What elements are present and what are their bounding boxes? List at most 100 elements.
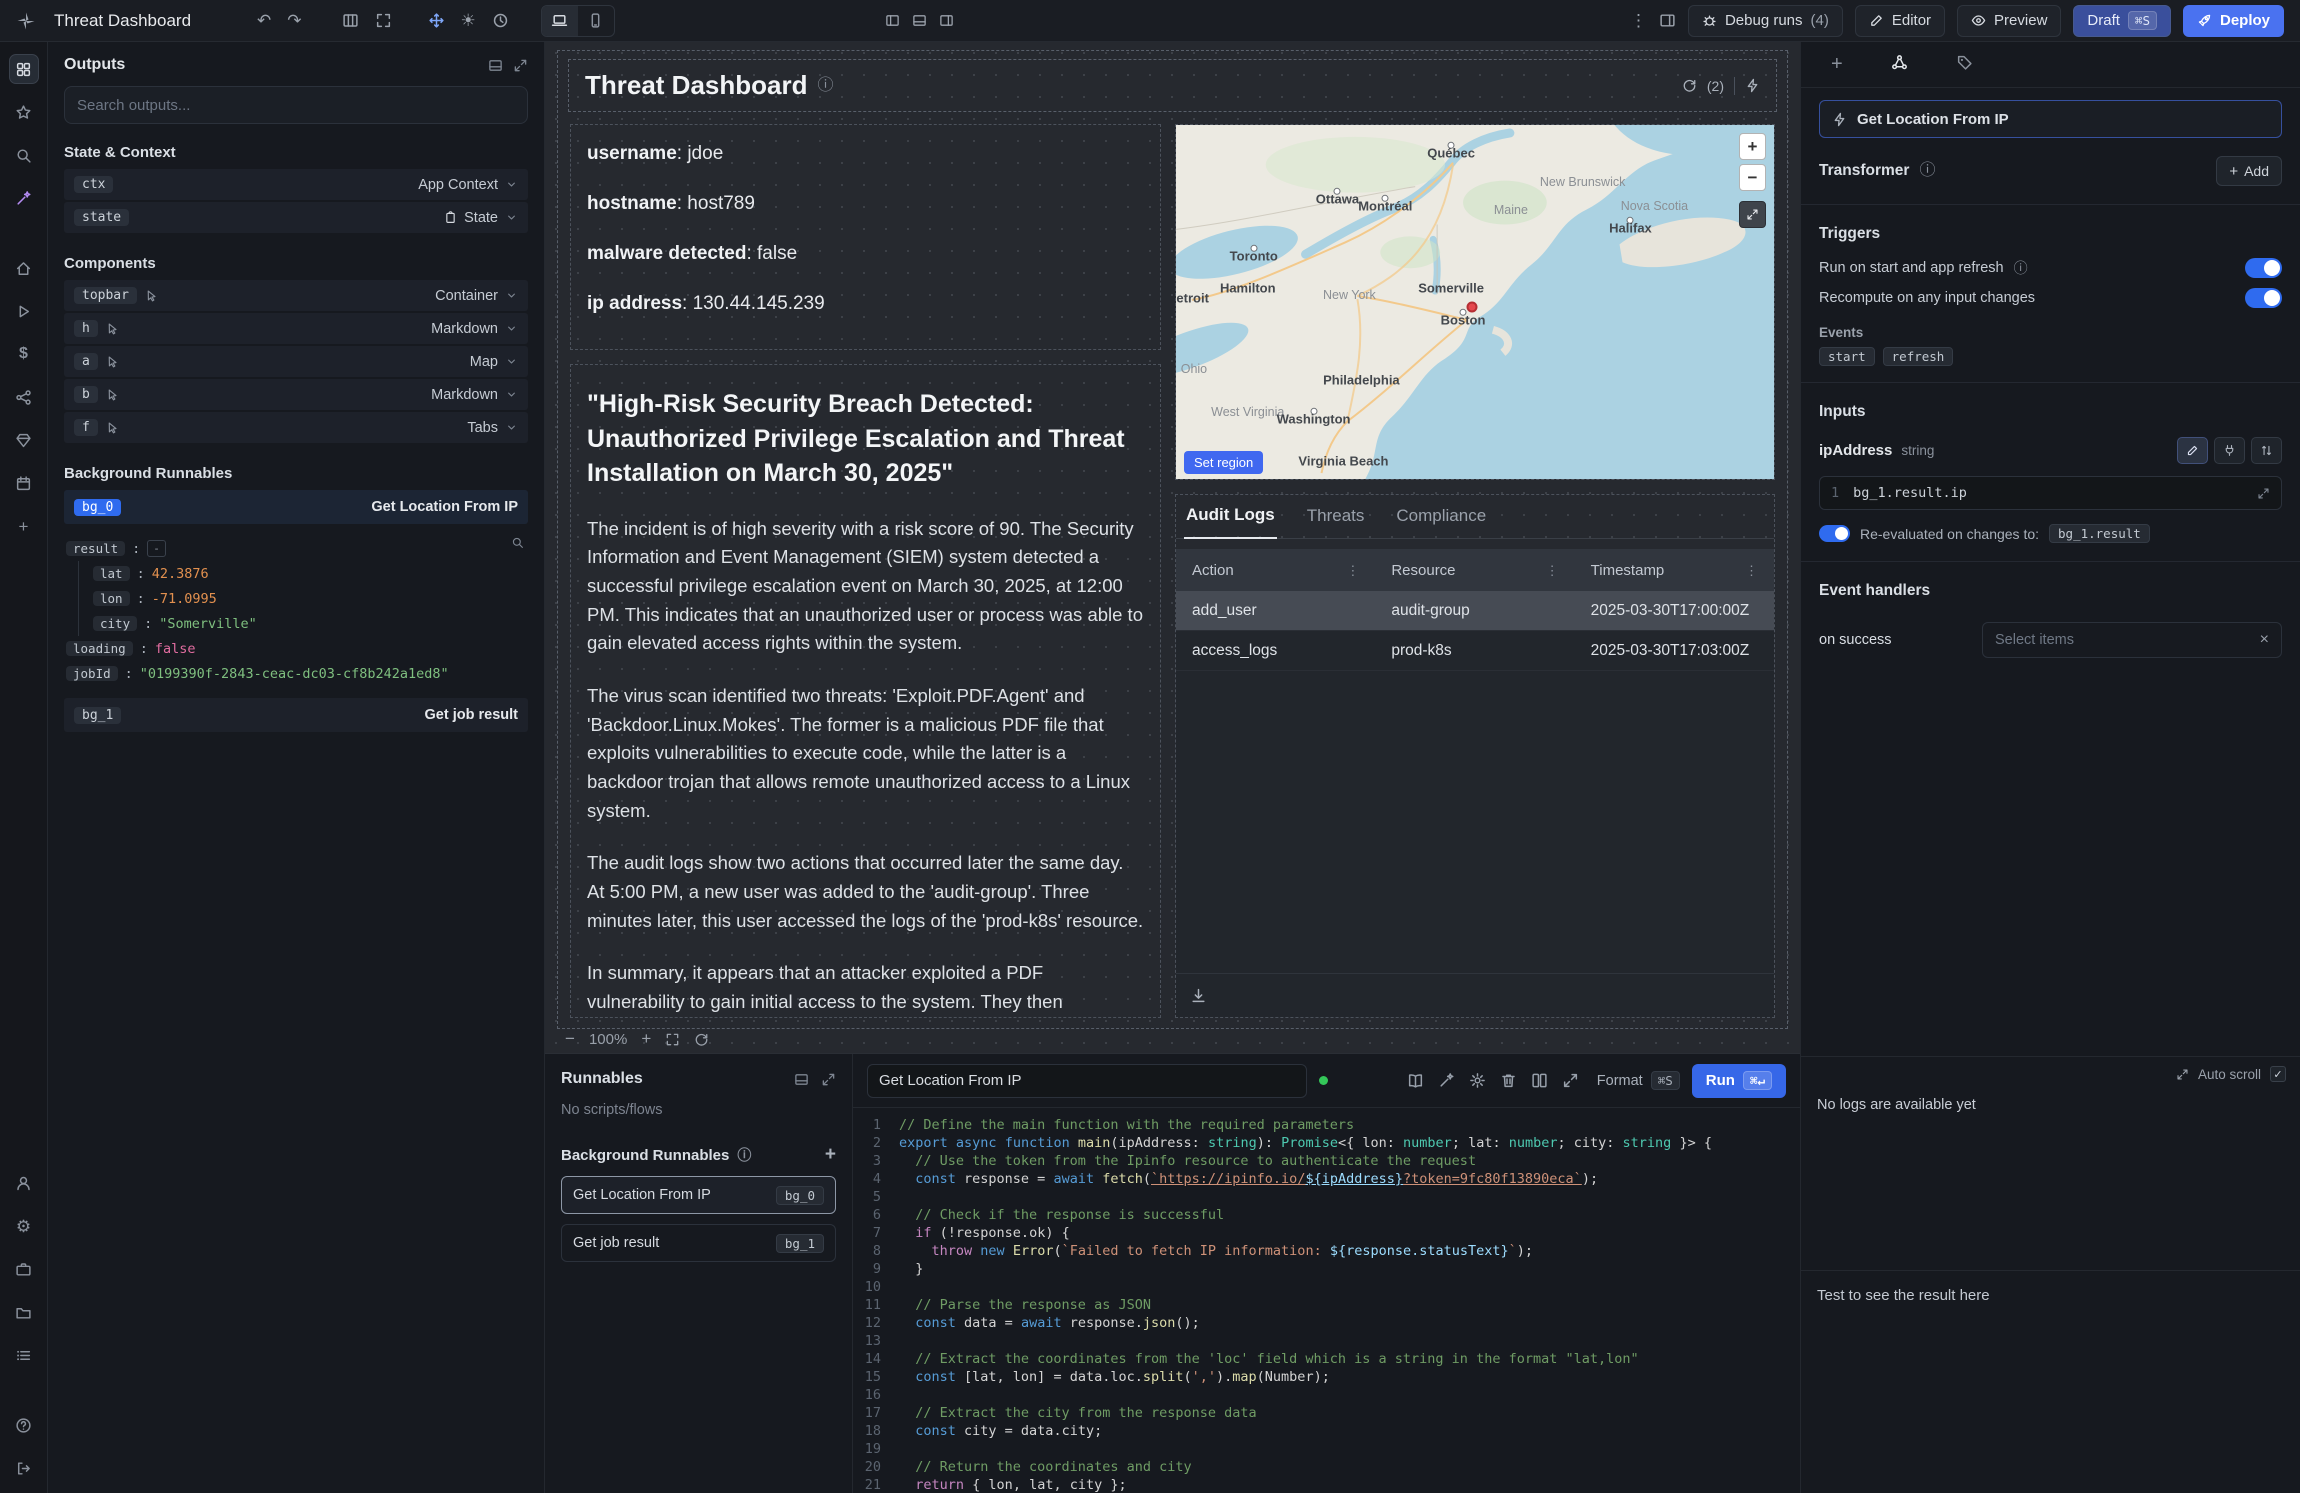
sidebar-item-add[interactable]: + — [9, 511, 39, 541]
reorder-button[interactable] — [2251, 437, 2282, 464]
code-line-1[interactable]: 1// Define the main function with the re… — [853, 1116, 1800, 1134]
reeval-badge[interactable]: bg_1.result — [2049, 524, 2150, 543]
component-b-markdown[interactable]: "High-Risk Security Breach Detected: Una… — [570, 364, 1161, 1018]
delete-trash-icon[interactable] — [1500, 1072, 1517, 1089]
code-line-15[interactable]: 15 const [lat, lon] = data.loc.split(','… — [853, 1368, 1800, 1386]
code-line-3[interactable]: 3 // Use the token from the Ipinfo resou… — [853, 1152, 1800, 1170]
fit-screen-icon[interactable] — [375, 12, 392, 29]
run-button[interactable]: Run ⌘↵ — [1692, 1064, 1786, 1098]
code-line-9[interactable]: 9 } — [853, 1260, 1800, 1278]
add-runnable-button[interactable]: + — [825, 1144, 836, 1166]
sidebar-item-home[interactable] — [9, 253, 39, 283]
tab-styling[interactable] — [1956, 54, 1973, 76]
sidebar-item-runs[interactable] — [9, 296, 39, 326]
code-line-4[interactable]: 4 const response = await fetch(`https://… — [853, 1170, 1800, 1188]
table-row-add_user[interactable]: add_useraudit-group2025-03-30T17:00:00Z — [1176, 591, 1774, 631]
tree-key[interactable]: city — [93, 616, 137, 631]
code-line-13[interactable]: 13 — [853, 1332, 1800, 1350]
editor-settings-gear-icon[interactable] — [1469, 1072, 1486, 1089]
map-zoom-in-button[interactable]: + — [1739, 133, 1766, 160]
mobile-view-button[interactable] — [578, 6, 614, 36]
code-line-12[interactable]: 12 const data = await response.json(); — [853, 1314, 1800, 1332]
output-row-f[interactable]: fTabs — [64, 412, 528, 443]
toggle-sidebar-icon[interactable] — [1659, 12, 1676, 29]
windmill-logo-icon[interactable] — [16, 11, 36, 31]
ai-wand-icon[interactable] — [1438, 1072, 1455, 1089]
expression-editor[interactable]: 1 bg_1.result.ip — [1819, 476, 2282, 510]
draft-button[interactable]: Draft ⌘S — [2073, 5, 2171, 37]
bg-runnable-row-bg_0[interactable]: bg_0 Get Location From IP — [64, 490, 528, 524]
runnable-item-bg_0[interactable]: Get Location From IPbg_0 — [561, 1176, 836, 1214]
tab-threats[interactable]: Threats — [1305, 506, 1367, 538]
code-line-19[interactable]: 19 — [853, 1440, 1800, 1458]
output-row-state[interactable]: stateState — [64, 202, 528, 233]
autoscroll-checkbox[interactable]: ✓ — [2270, 1066, 2286, 1082]
event-chip-start[interactable]: start — [1819, 347, 1875, 366]
clear-select-icon[interactable]: × — [2260, 631, 2269, 649]
sidebar-item-resources[interactable] — [9, 382, 39, 412]
move-mode-icon[interactable] — [428, 12, 445, 29]
sidebar-item-workspace[interactable] — [9, 1254, 39, 1284]
edit-expression-button[interactable] — [2177, 437, 2208, 464]
kebab-menu-icon[interactable]: ⋮ — [1630, 12, 1647, 29]
runnable-name-input[interactable] — [867, 1064, 1307, 1098]
app-canvas[interactable]: Threat Dashboard ⓘ (2) username: jdoe — [545, 42, 1800, 1053]
chevron-down-icon[interactable] — [505, 322, 518, 335]
toggle-bottom-panel-icon[interactable] — [912, 13, 927, 28]
chevron-down-icon[interactable] — [505, 355, 518, 368]
expand-editor-icon[interactable] — [1562, 1072, 1579, 1089]
sidebar-item-assets[interactable] — [9, 425, 39, 455]
tab-insert[interactable]: + — [1831, 54, 1843, 75]
redo-icon[interactable]: ↷ — [287, 12, 301, 29]
code-line-17[interactable]: 17 // Extract the city from the response… — [853, 1404, 1800, 1422]
format-button[interactable]: Format ⌘S — [1597, 1071, 1680, 1090]
code-line-8[interactable]: 8 throw new Error(`Failed to fetch IP in… — [853, 1242, 1800, 1260]
component-f-tabs[interactable]: Audit LogsThreatsCompliance Action⋮Resou… — [1175, 494, 1775, 1018]
tree-key[interactable]: lat — [93, 566, 130, 581]
toggle-left-panel-icon[interactable] — [885, 13, 900, 28]
map-fullscreen-button[interactable] — [1739, 201, 1766, 228]
table-row-access_logs[interactable]: access_logsprod-k8s2025-03-30T17:03:00Z — [1176, 631, 1774, 671]
tab-settings[interactable] — [1891, 54, 1908, 76]
chevron-down-icon[interactable] — [505, 421, 518, 434]
code-line-5[interactable]: 5 — [853, 1188, 1800, 1206]
output-row-topbar[interactable]: topbarContainer — [64, 280, 528, 311]
app-refresh-icon[interactable] — [1682, 78, 1697, 93]
runnables-dock-icon[interactable] — [794, 1072, 809, 1087]
tree-key-result[interactable]: result — [66, 541, 125, 556]
connect-plug-button[interactable] — [2214, 437, 2245, 464]
column-header-action[interactable]: Action⋮ — [1176, 562, 1375, 579]
editor-button[interactable]: Editor — [1855, 5, 1945, 37]
tab-compliance[interactable]: Compliance — [1394, 506, 1488, 538]
tree-key-loading[interactable]: loading — [66, 641, 133, 656]
set-region-button[interactable]: Set region — [1184, 451, 1263, 474]
code-line-2[interactable]: 2export async function main(ipAddress: s… — [853, 1134, 1800, 1152]
layout-columns-icon[interactable] — [342, 12, 359, 29]
code-line-6[interactable]: 6 // Check if the response is successful — [853, 1206, 1800, 1224]
debug-runs-button[interactable]: Debug runs (4) — [1688, 5, 1843, 37]
column-menu-icon[interactable]: ⋮ — [1546, 564, 1559, 577]
output-row-h[interactable]: hMarkdown — [64, 313, 528, 344]
sidebar-item-user[interactable] — [9, 1168, 39, 1198]
trigger-toggle[interactable] — [2245, 288, 2282, 308]
code-line-20[interactable]: 20 // Return the coordinates and city — [853, 1458, 1800, 1476]
fit-canvas-icon[interactable] — [665, 1032, 680, 1047]
sidebar-item-schedules[interactable] — [9, 468, 39, 498]
sidebar-item-search[interactable] — [9, 140, 39, 170]
sidebar-item-apps[interactable] — [9, 54, 39, 84]
column-menu-icon[interactable]: ⋮ — [1346, 564, 1359, 577]
download-icon[interactable] — [1190, 987, 1207, 1004]
code-line-14[interactable]: 14 // Extract the coordinates from the '… — [853, 1350, 1800, 1368]
chevron-down-icon[interactable] — [505, 178, 518, 191]
component-topbar-container[interactable]: Threat Dashboard ⓘ (2) — [568, 59, 1777, 112]
output-row-ctx[interactable]: ctxApp Context — [64, 169, 528, 200]
add-transformer-button[interactable]: + Add — [2216, 156, 2282, 186]
zoom-in-button[interactable]: + — [641, 1029, 651, 1049]
sidebar-item-variables[interactable]: $ — [9, 339, 39, 369]
sidebar-item-help[interactable] — [9, 1410, 39, 1440]
runnables-expand-icon[interactable] — [821, 1072, 836, 1087]
chevron-down-icon[interactable] — [505, 211, 518, 224]
sidebar-item-settings[interactable]: ⚙ — [9, 1211, 39, 1241]
trigger-toggle[interactable] — [2245, 258, 2282, 278]
event-chip-refresh[interactable]: refresh — [1883, 347, 1954, 366]
